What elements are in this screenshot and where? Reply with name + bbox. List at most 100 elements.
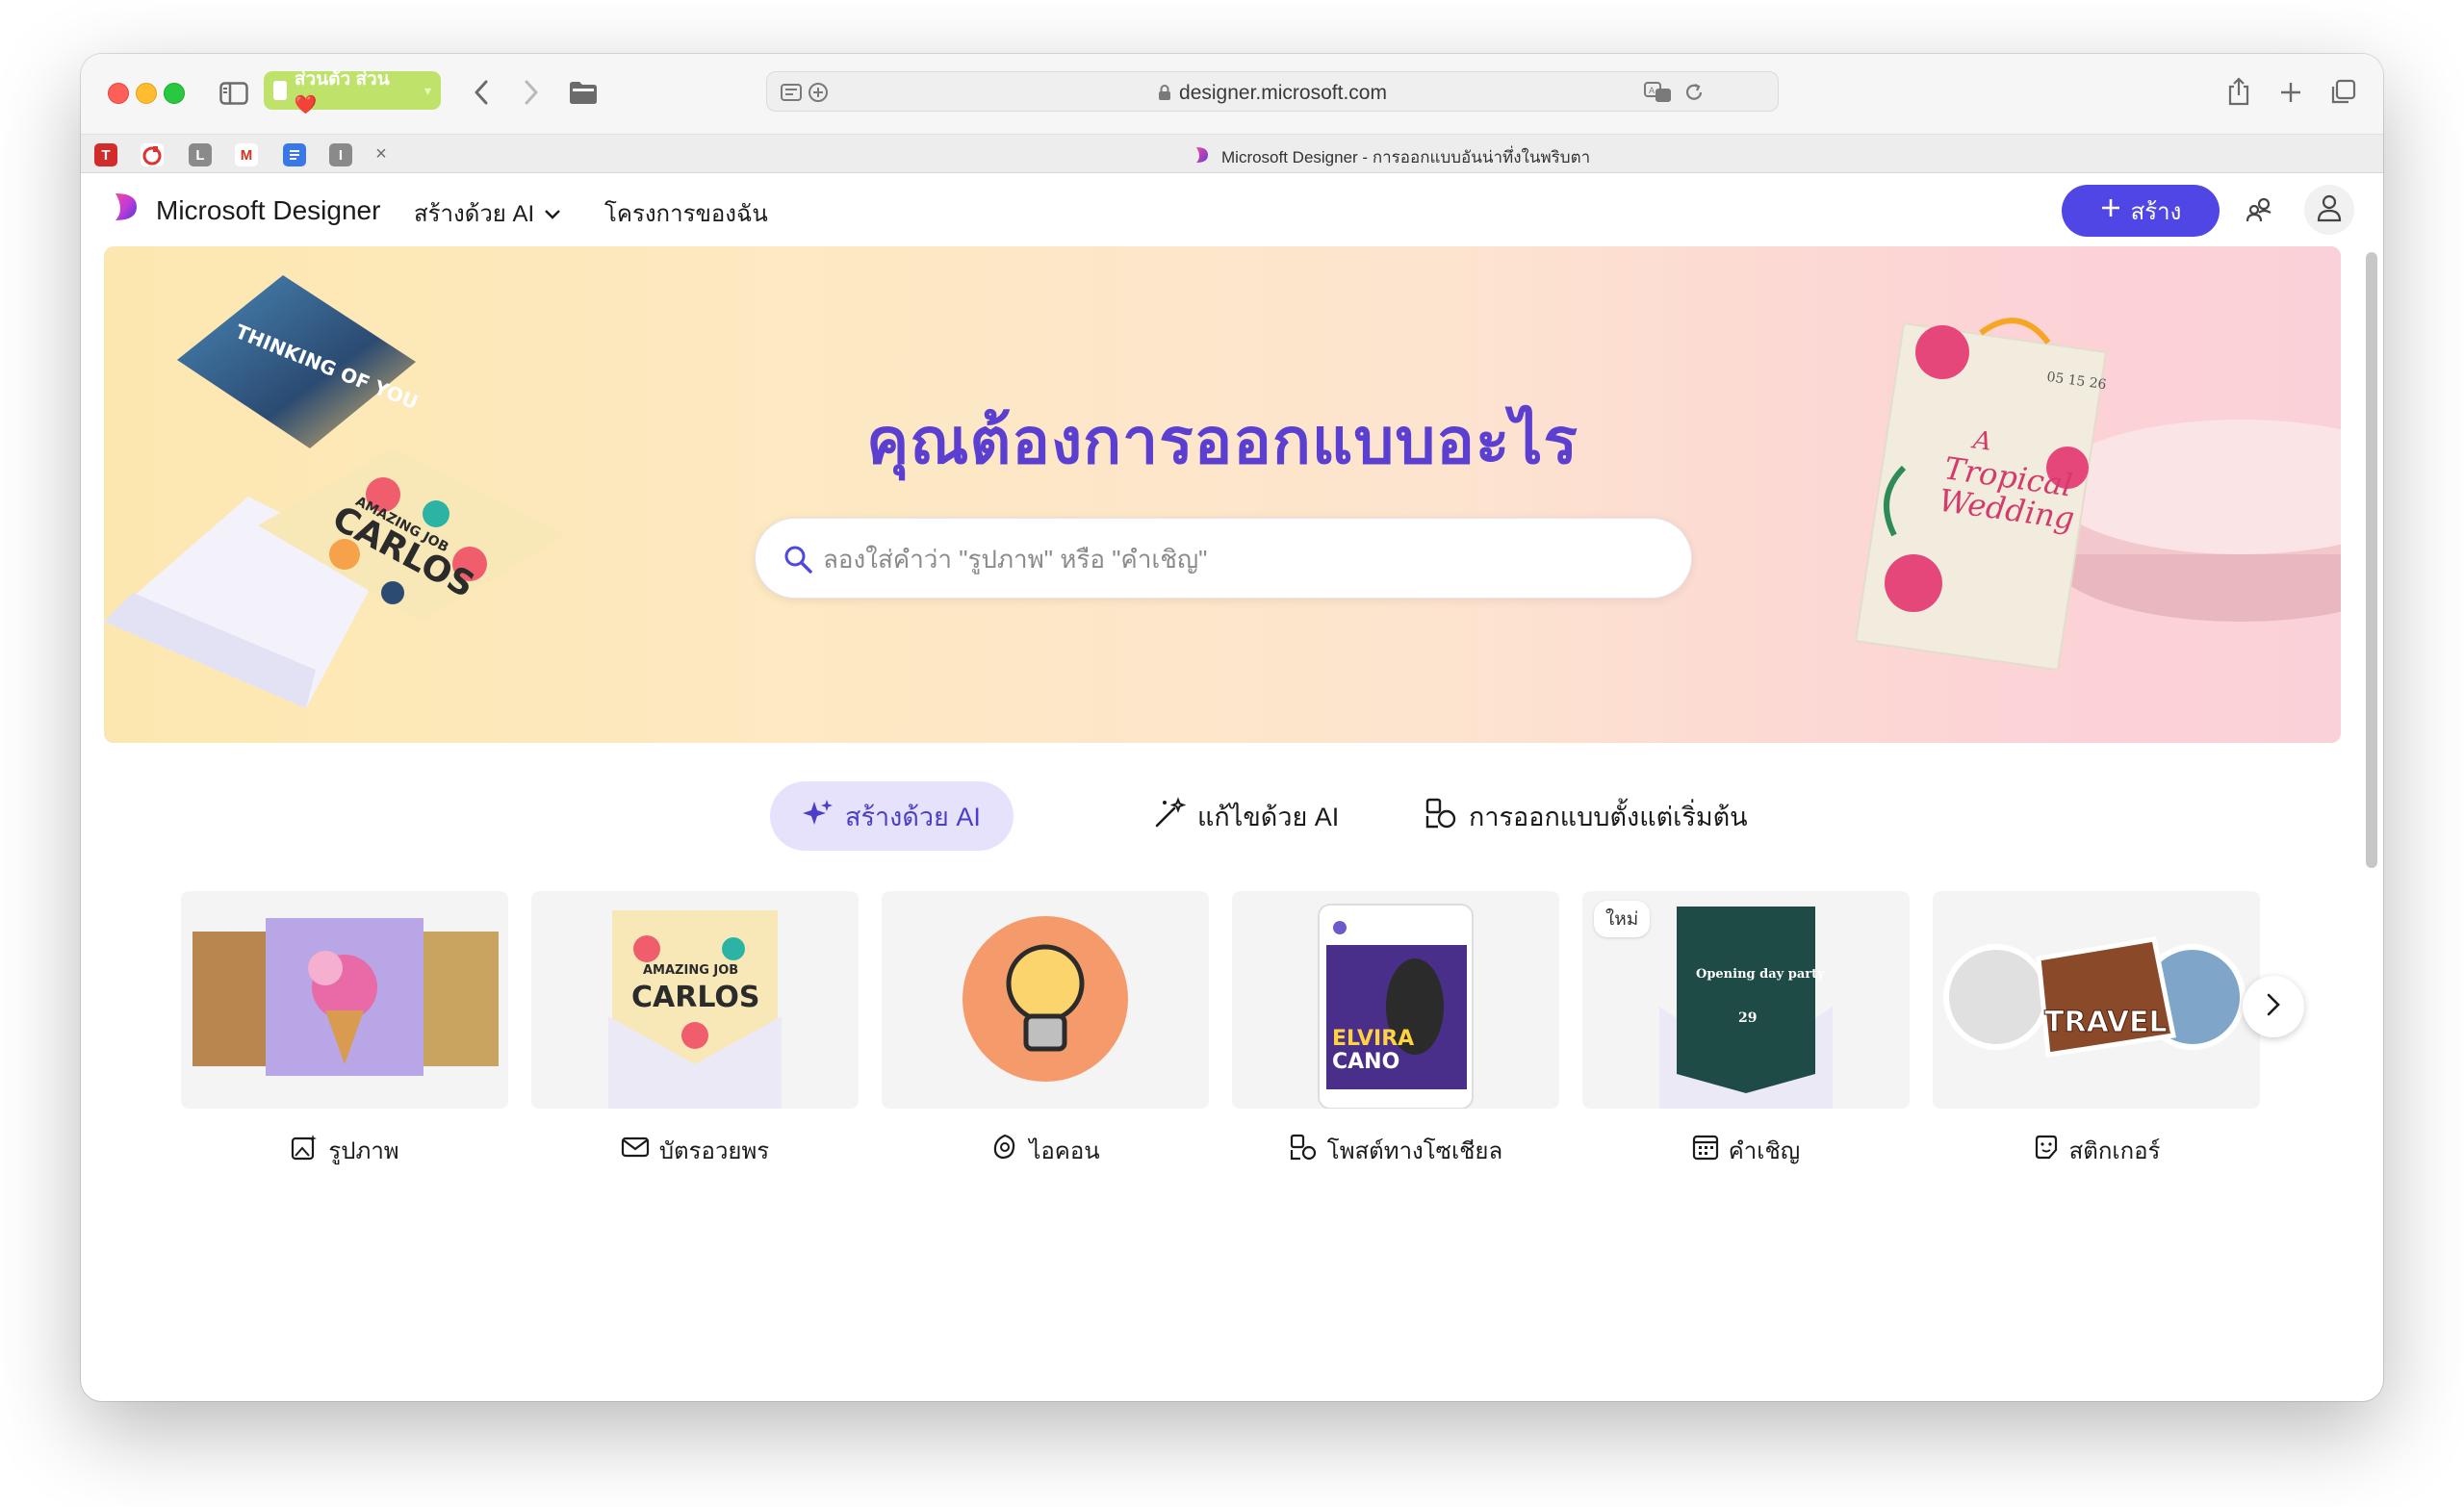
invitation-preview-date: 29 (1738, 1010, 1757, 1026)
minimize-window-button[interactable] (136, 83, 157, 104)
social-preview-name-1: ELVIRA (1332, 1027, 1414, 1051)
create-button-label: สร้าง (2130, 198, 2182, 225)
category-label-social[interactable]: โพสต์ทางโซเชียล (1232, 1132, 1559, 1169)
page-scrollbar[interactable] (2366, 252, 2377, 868)
search-input[interactable] (823, 519, 1651, 600)
category-icon-text: ไอคอน (1029, 1138, 1100, 1164)
wedding-invitation-illustration: 05 15 26 A Tropical Wedding (1854, 318, 2341, 672)
category-card-sticker[interactable]: TRAVEL (1933, 891, 2260, 1109)
carousel-next-button[interactable] (2243, 976, 2304, 1037)
tab-edit-with-ai[interactable]: แก้ไขด้วย AI (1120, 781, 1372, 851)
url-value: designer.microsoft.com (1179, 82, 1387, 104)
nav-my-projects[interactable]: โครงการของฉัน (604, 194, 768, 232)
search-box[interactable] (755, 518, 1692, 600)
category-label-image[interactable]: รูปภาพ (181, 1132, 508, 1169)
category-label-sticker[interactable]: สติกเกอร์ (1933, 1132, 2260, 1169)
greeting-preview-thumbnail: AMAZING JOB CARLOS (608, 910, 782, 1109)
sticker-preview-word: TRAVEL (2044, 1006, 2168, 1039)
close-tab-icon[interactable]: × (370, 142, 393, 166)
create-button[interactable]: สร้าง (2062, 185, 2220, 237)
profile-switcher[interactable]: ส่วนตัว ส่วน ❤️ ▾ (264, 69, 441, 115)
plus-icon (2100, 197, 2121, 225)
tab-create-with-ai-label: สร้างด้วย AI (845, 802, 981, 831)
share-people-icon[interactable] (2235, 185, 2285, 235)
calendar-icon (1692, 1134, 1719, 1167)
envelope-icon (621, 1136, 650, 1165)
category-invitation-text: คำเชิญ (1728, 1138, 1801, 1164)
sticker-icon (2033, 1134, 2060, 1167)
category-label-greeting[interactable]: บัตรอวยพร (531, 1132, 859, 1169)
brand[interactable]: Microsoft Designer (110, 191, 380, 230)
pinned-tab-docs-icon[interactable] (283, 143, 306, 166)
browser-window: ส่วนตัว ส่วน ❤️ ▾ designer.microsoft.com (81, 54, 2383, 1401)
tab-title: Microsoft Designer - การออกแบบอันน่าทึ่ง… (1221, 148, 1591, 166)
category-card-icon[interactable] (882, 891, 1209, 1109)
address-bar[interactable]: designer.microsoft.com A (766, 71, 1779, 112)
category-social-text: โพสต์ทางโซเชียล (1326, 1138, 1503, 1164)
social-post-icon (1289, 1133, 1318, 1168)
designer-logo-icon (110, 191, 142, 230)
browser-toolbar: ส่วนตัว ส่วน ❤️ ▾ designer.microsoft.com (81, 54, 2383, 135)
tab-design-from-scratch[interactable]: การออกแบบตั้งแต่เริ่มต้น (1392, 781, 1781, 851)
zoom-window-button[interactable] (164, 83, 185, 104)
pinned-tab-label: M (240, 146, 253, 164)
profile-icon (273, 81, 287, 100)
active-tab[interactable]: Microsoft Designer - การออกแบบอันน่าทึ่ง… (1193, 144, 1590, 170)
icon-preview-thumbnail (962, 916, 1128, 1082)
tab-bar: T L M I × Microsoft Designer - การออกแบบ… (81, 135, 2383, 173)
pinned-tab-label: I (338, 146, 344, 164)
svg-text:A: A (1649, 87, 1656, 96)
search-icon (783, 544, 813, 579)
magic-wand-icon (1153, 796, 1187, 836)
tab-design-from-scratch-label: การออกแบบตั้งแต่เริ่มต้น (1469, 802, 1748, 831)
category-card-social[interactable]: ELVIRA CANO (1232, 891, 1559, 1109)
shapes-icon (1424, 797, 1457, 836)
category-card-image[interactable] (181, 891, 508, 1109)
new-badge: ใหม่ (1594, 901, 1651, 937)
category-sticker-text: สติกเกอร์ (2068, 1138, 2161, 1164)
category-label-invitation[interactable]: คำเชิญ (1582, 1132, 1910, 1169)
close-window-button[interactable] (108, 83, 129, 104)
chevron-down-icon (544, 200, 561, 227)
pinned-tab-gmail-icon[interactable]: M (235, 143, 258, 166)
app-header: Microsoft Designer สร้างด้วย AI โครงการข… (81, 173, 2383, 243)
mode-tabs: สร้างด้วย AI แก้ไขด้วย AI การออกแบบตั้งแ… (81, 781, 2383, 851)
pinned-tab-t[interactable]: T (94, 143, 117, 166)
pinned-tab-red-icon[interactable] (141, 143, 164, 166)
pinned-tab-i[interactable]: I (329, 143, 352, 166)
sparkle-icon (803, 798, 834, 835)
icon-shape-icon (990, 1133, 1019, 1168)
sticker-preview-thumbnail: TRAVEL (1943, 936, 2246, 1058)
nav-create-ai[interactable]: สร้างด้วย AI (414, 194, 561, 232)
tab-group-folder-icon[interactable] (564, 73, 603, 112)
person-icon (2316, 193, 2343, 227)
url-text: designer.microsoft.com (767, 82, 1778, 105)
forward-icon[interactable] (514, 75, 549, 110)
image-sparkle-icon (290, 1133, 319, 1168)
social-preview-name-2: CANO (1332, 1050, 1399, 1074)
pinned-tab-l[interactable]: L (189, 143, 212, 166)
share-icon[interactable] (2221, 73, 2256, 110)
tab-overview-icon[interactable] (2325, 75, 2360, 110)
category-label-icon[interactable]: ไอคอน (882, 1132, 1209, 1169)
chevron-right-icon (2266, 992, 2281, 1022)
new-tab-icon[interactable] (2273, 75, 2308, 110)
greeting-preview-small: AMAZING JOB (643, 963, 738, 978)
chevron-down-icon: ▾ (424, 82, 431, 98)
image-preview-thumbnail (192, 918, 499, 1076)
greeting-preview-name: CARLOS (631, 981, 760, 1014)
category-card-greeting[interactable]: AMAZING JOB CARLOS (531, 891, 859, 1109)
translate-icon[interactable]: A (1643, 79, 1674, 106)
category-card-invitation[interactable]: Opening day party 29 ใหม่ (1582, 891, 1910, 1109)
back-icon[interactable] (464, 75, 499, 110)
profile-label: ส่วนตัว ส่วน ❤️ (294, 69, 390, 115)
nav-create-ai-label: สร้างด้วย AI (414, 201, 535, 227)
hero-banner: THINKING OF YOU AMAZING JOB CARLOS คุณต้… (104, 246, 2341, 743)
nav-my-projects-label: โครงการของฉัน (604, 201, 768, 227)
tab-create-with-ai[interactable]: สร้างด้วย AI (770, 781, 1014, 851)
account-avatar[interactable] (2304, 185, 2354, 235)
reload-icon[interactable] (1680, 79, 1708, 106)
category-carousel: รูปภาพ AMAZING JOB CARLOS บัตรอวยพร ไอคอ… (181, 891, 2298, 1218)
greeting-cards-illustration: THINKING OF YOU AMAZING JOB CARLOS (104, 275, 566, 708)
sidebar-toggle-icon[interactable] (218, 77, 250, 110)
